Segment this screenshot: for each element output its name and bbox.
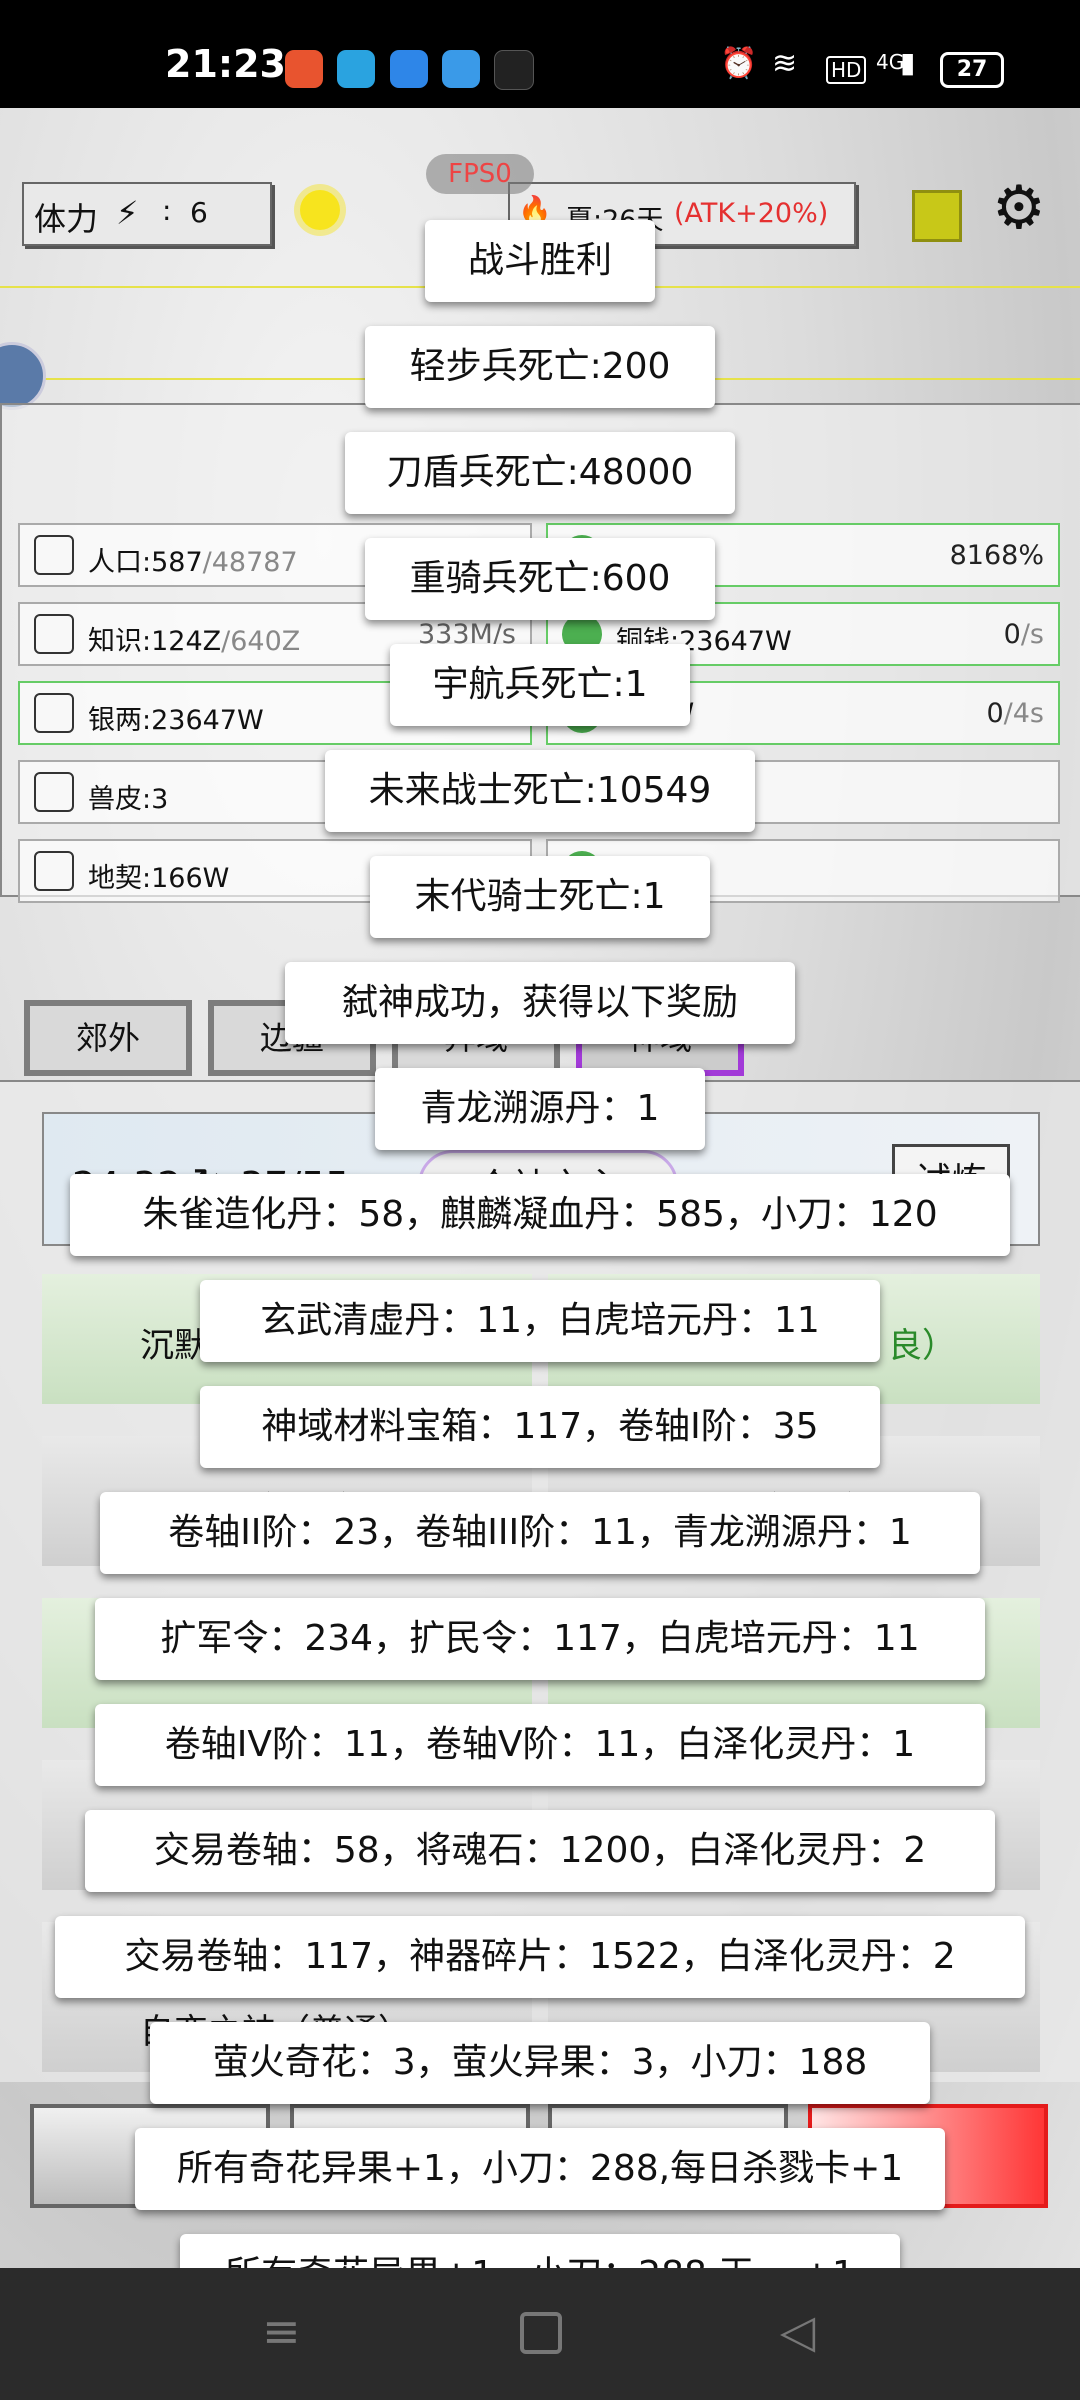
fps-indicator: FPS0 bbox=[426, 154, 534, 194]
back-icon[interactable]: ◁ bbox=[780, 2304, 815, 2358]
wifi-icon: ≋ bbox=[772, 46, 798, 81]
people-icon bbox=[34, 535, 74, 575]
reward-toast: 卷轴II阶：23，卷轴III阶：11，青龙溯源丹：1 bbox=[100, 1492, 980, 1574]
reward-toast: 萤火奇花：3，萤火异果：3，小刀：188 bbox=[150, 2022, 930, 2104]
status-bar: 21:23 ⏰ ≋ HD 4G ▮ 27 bbox=[0, 0, 1080, 108]
stamina-box[interactable]: 体力 ⚡ : 6 bbox=[22, 182, 272, 246]
home-icon[interactable] bbox=[520, 2312, 562, 2354]
gift-icon[interactable] bbox=[912, 190, 962, 242]
resource-value: 8168% bbox=[949, 540, 1044, 571]
reward-toast: 未来战士死亡:10549 bbox=[325, 750, 755, 832]
lightning-icon: ⚡ bbox=[116, 194, 139, 232]
deed-icon bbox=[34, 851, 74, 891]
reward-toast: 玄武清虚丹：11，白虎培元丹：11 bbox=[200, 1280, 880, 1362]
reward-toast: 轻步兵死亡:200 bbox=[365, 326, 715, 408]
stamina-value: 6 bbox=[190, 196, 208, 229]
reward-toast: 宇航兵死亡:1 bbox=[390, 644, 690, 726]
telegram-icon bbox=[337, 50, 375, 88]
silver-ingot-icon bbox=[34, 693, 74, 733]
season-bonus: (ATK+20%) bbox=[674, 198, 829, 229]
reward-toast: 刀盾兵死亡:48000 bbox=[345, 432, 735, 514]
resource-label: 知识:124Z/640Z bbox=[88, 626, 301, 657]
hide-icon bbox=[34, 772, 74, 812]
app-notification-icon bbox=[390, 50, 428, 88]
battery-indicator: 27 bbox=[940, 52, 1004, 88]
reward-toast: 朱雀造化丹：58，麒麟凝血丹：585，小刀：120 bbox=[70, 1174, 1010, 1256]
reward-toast: 所有奇花异果+1，小刀：288,每日杀戮卡+1 bbox=[135, 2128, 945, 2210]
god-card-label: 沉默 bbox=[140, 1326, 208, 1366]
alarm-icon: ⏰ bbox=[720, 46, 758, 81]
reward-toast: 末代骑士死亡:1 bbox=[370, 856, 710, 938]
reward-toast: 神域材料宝箱：117，卷轴I阶：35 bbox=[200, 1386, 880, 1468]
book-icon bbox=[34, 614, 74, 654]
reward-toast: 交易卷轴：117，神器碎片：1522，白泽化灵丹：2 bbox=[55, 1916, 1025, 1998]
reward-toast: 交易卷轴：58，将魂石：1200，白泽化灵丹：2 bbox=[85, 1810, 995, 1892]
reward-toast: 扩军令：234，扩民令：117，白虎培元丹：11 bbox=[95, 1598, 985, 1680]
hd-icon: HD bbox=[826, 56, 867, 84]
app-notification-icon bbox=[494, 50, 534, 90]
avatar[interactable] bbox=[0, 342, 46, 410]
stamina-separator: : bbox=[162, 194, 172, 227]
god-card-label: 良） bbox=[888, 1326, 956, 1366]
gear-icon[interactable]: ⚙ bbox=[992, 178, 1046, 238]
app-notification-icon bbox=[285, 50, 323, 88]
resource-label: 兽皮:3 bbox=[88, 784, 169, 815]
reward-toast: 重骑兵死亡:600 bbox=[365, 538, 715, 620]
reward-toast: 青龙溯源丹：1 bbox=[375, 1068, 705, 1150]
battle-result-toast: 战斗胜利 bbox=[425, 220, 655, 302]
app-notification-icon bbox=[442, 50, 480, 88]
navigation-bar: ≡ ◁ bbox=[0, 2268, 1080, 2400]
resource-label: 地契:166W bbox=[88, 863, 230, 894]
reward-toast: 弑神成功，获得以下奖励 bbox=[285, 962, 795, 1044]
sun-icon bbox=[300, 190, 340, 230]
resource-value: 0/4s bbox=[986, 698, 1044, 729]
status-time: 21:23 bbox=[165, 42, 286, 86]
resource-label: 人口:587/48787 bbox=[88, 547, 298, 578]
reward-toast: 卷轴IV阶：11，卷轴V阶：11，白泽化灵丹：1 bbox=[95, 1704, 985, 1786]
menu-icon[interactable]: ≡ bbox=[262, 2304, 301, 2358]
stamina-label: 体力 bbox=[34, 200, 99, 238]
signal-bars-icon: ▮ bbox=[900, 46, 916, 79]
tab-suburbs[interactable]: 郊外 bbox=[24, 1000, 192, 1076]
resource-label: 银两:23647W bbox=[88, 705, 264, 736]
resource-value: 0/s bbox=[1003, 619, 1044, 650]
